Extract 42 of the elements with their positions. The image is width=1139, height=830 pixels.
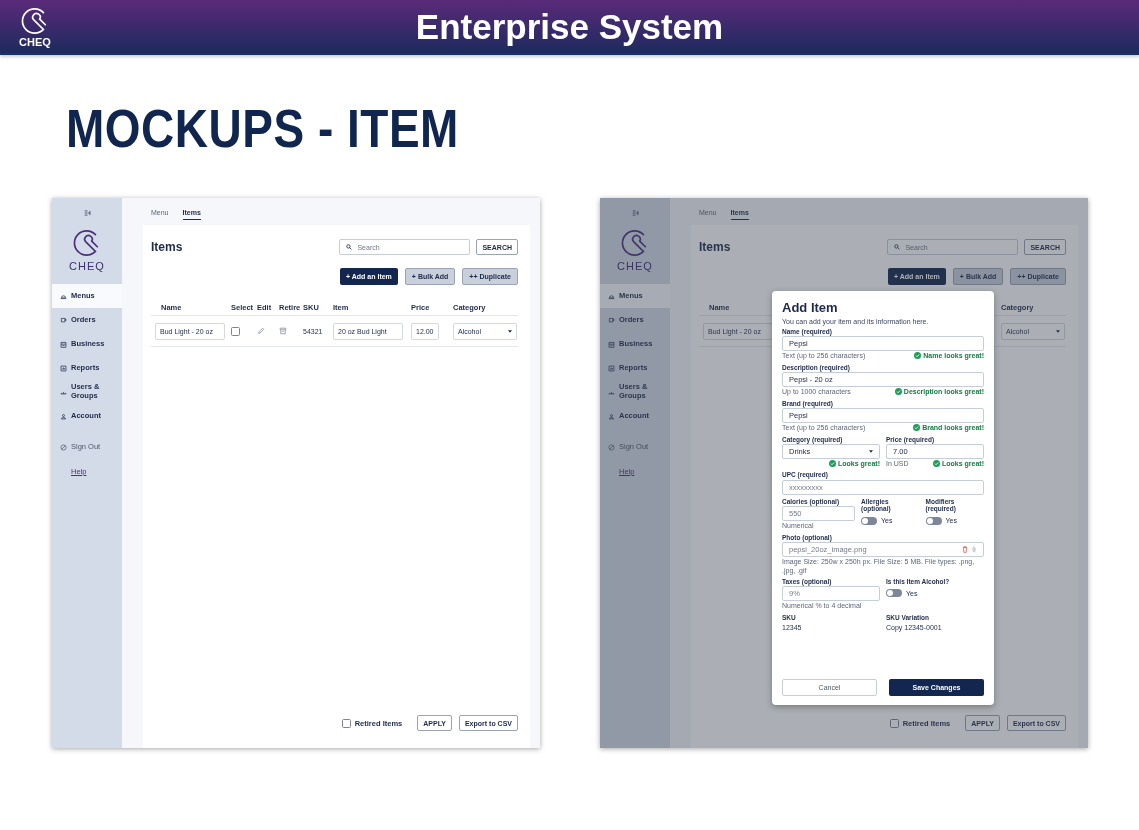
- logo-text: CHEQ: [617, 261, 653, 272]
- nav-icon: [608, 412, 615, 420]
- page-title: Items: [699, 240, 731, 254]
- collapse-icon[interactable]: [83, 210, 91, 216]
- retired-checkbox[interactable]: [889, 718, 899, 728]
- caret-icon: [1056, 329, 1060, 333]
- logo-text: CHEQ: [69, 261, 105, 272]
- nav-icon: [60, 412, 67, 420]
- check-icon: [914, 352, 922, 360]
- logo-text: CHEQ: [19, 36, 51, 48]
- check-icon: [913, 424, 921, 432]
- collapse-icon[interactable]: [631, 210, 639, 216]
- toggle-switch[interactable]: [886, 589, 902, 598]
- paperclip-icon[interactable]: [971, 546, 977, 554]
- retired-checkbox[interactable]: [341, 718, 351, 728]
- nav-icon: [608, 340, 615, 348]
- caret-icon: [508, 329, 512, 333]
- nav-icon: [608, 316, 615, 324]
- header-title: Enterprise System: [415, 6, 724, 48]
- pencil-icon[interactable]: [257, 327, 265, 335]
- page-title: Items: [151, 240, 183, 254]
- check-icon: [829, 460, 836, 468]
- nav-icon: [60, 443, 67, 451]
- nav-icon: [60, 316, 67, 324]
- nav-icon: [608, 443, 615, 451]
- nav-icon: [608, 364, 615, 372]
- nav-icon: [60, 292, 67, 300]
- toggle-switch[interactable]: [861, 516, 878, 525]
- search-icon: [346, 244, 353, 250]
- nav-icon: [60, 364, 67, 372]
- nav-icon: [608, 292, 615, 300]
- trash-icon[interactable]: [962, 546, 968, 554]
- caret-icon: [869, 450, 873, 454]
- dialog-title: Add Item: [782, 300, 838, 315]
- search-icon: [894, 244, 901, 250]
- toggle-switch[interactable]: [925, 516, 942, 525]
- check-icon: [894, 388, 902, 396]
- archive-icon[interactable]: [279, 327, 287, 335]
- nav-icon: [60, 340, 67, 348]
- select-checkbox[interactable]: [231, 326, 240, 336]
- check-icon: [933, 460, 940, 468]
- slide-title: MOCKUPS - ITEM: [66, 101, 459, 157]
